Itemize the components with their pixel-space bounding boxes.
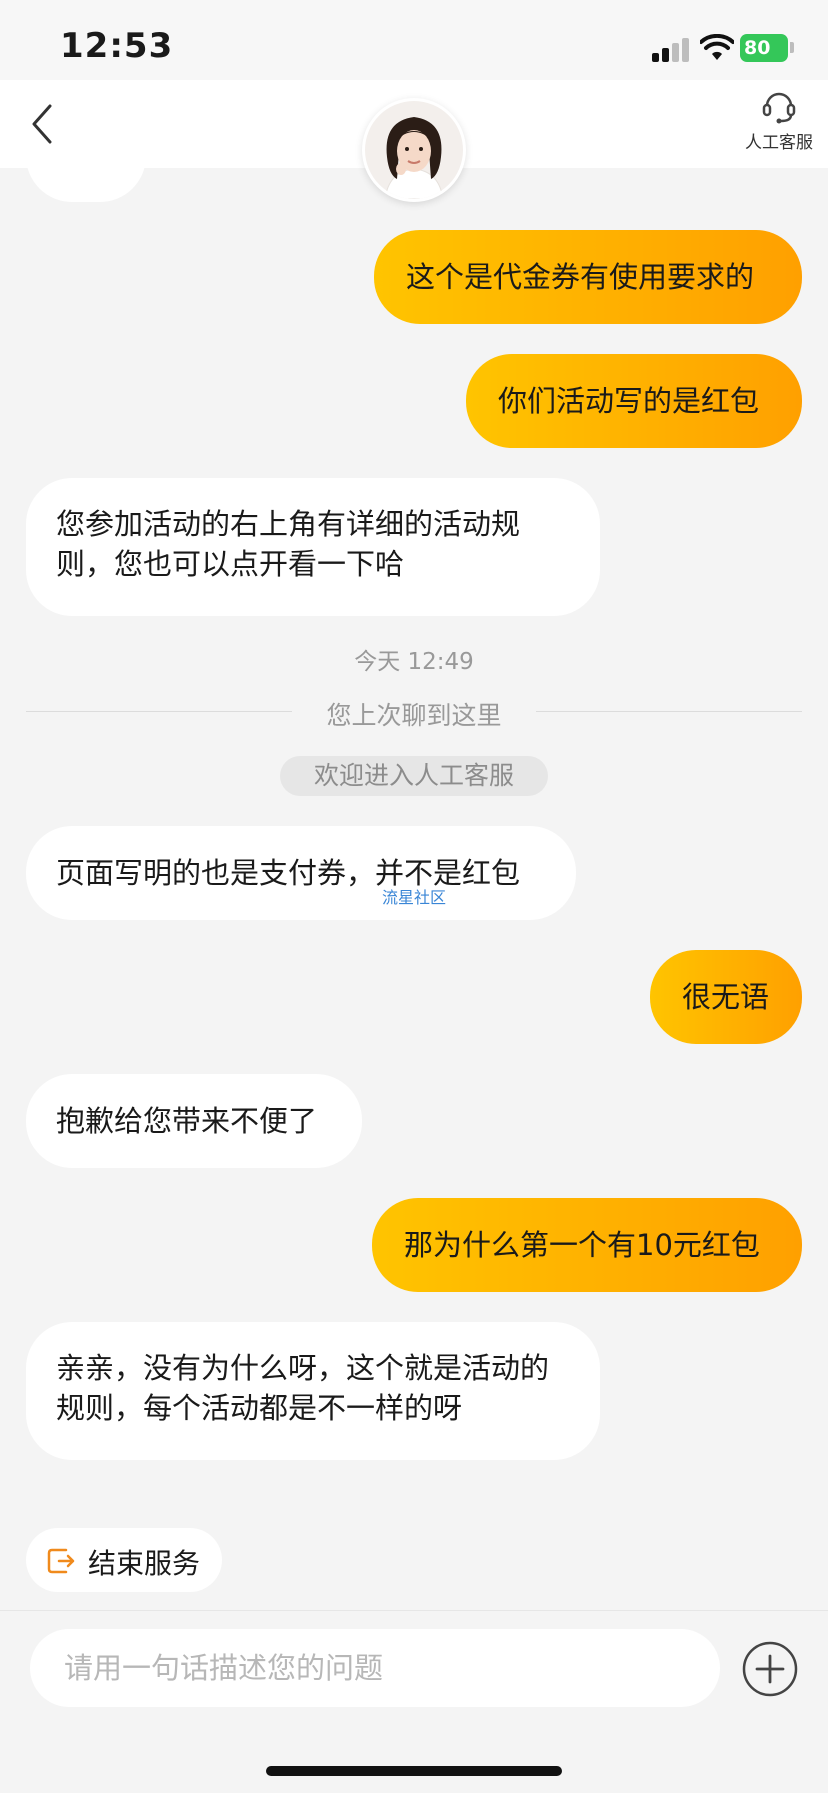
- headset-icon: [762, 92, 796, 124]
- system-notice: 欢迎进入人工客服: [280, 756, 548, 796]
- add-attachment-button[interactable]: [742, 1641, 798, 1697]
- message-bubble-outgoing: 你们活动写的是红包: [466, 354, 802, 448]
- last-read-divider: 您上次聊到这里: [326, 701, 502, 730]
- wifi-icon: [700, 34, 734, 60]
- human-agent-label: 人工客服: [745, 133, 813, 153]
- status-time: 12:53: [60, 26, 174, 66]
- cellular-signal-icon: [652, 38, 692, 62]
- message-text: 您参加活动的右上角有详细的活动规则，您也可以点开看一下哈: [56, 507, 521, 581]
- chat-timestamp: 今天 12:49: [354, 649, 474, 675]
- message-input[interactable]: [30, 1629, 720, 1707]
- back-button[interactable]: [22, 98, 66, 150]
- end-service-label: 结束服务: [88, 1547, 201, 1580]
- message-bubble-partial: [26, 150, 146, 202]
- message-text: 这个是代金券有使用要求的: [406, 260, 755, 294]
- message-bubble-outgoing: 很无语: [650, 950, 802, 1044]
- end-service-button[interactable]: 结束服务: [26, 1528, 222, 1592]
- message-bubble-outgoing: 这个是代金券有使用要求的: [374, 230, 802, 324]
- message-text: 页面写明的也是支付券，并不是红包: [56, 856, 521, 890]
- message-bubble-incoming: 页面写明的也是支付券，并不是红包: [26, 826, 576, 920]
- message-bubble-incoming: 亲亲，没有为什么呀，这个就是活动的规则，每个活动都是不一样的呀: [26, 1322, 600, 1460]
- message-bubble-incoming: 抱歉给您带来不便了: [26, 1074, 362, 1168]
- human-agent-button[interactable]: 人工客服: [736, 86, 822, 166]
- message-bubble-incoming: 您参加活动的右上角有详细的活动规则，您也可以点开看一下哈: [26, 478, 600, 616]
- message-bubble-outgoing: 那为什么第一个有10元红包: [372, 1198, 802, 1292]
- battery-icon: 80: [740, 34, 788, 62]
- message-text: 你们活动写的是红包: [498, 384, 760, 418]
- agent-avatar: [362, 98, 466, 202]
- exit-icon: [47, 1548, 75, 1574]
- message-text: 很无语: [682, 980, 770, 1014]
- battery-cap: [790, 42, 794, 53]
- status-bar: 12:53 80: [0, 0, 828, 80]
- home-indicator: [266, 1766, 562, 1776]
- battery-level: 80: [744, 37, 771, 59]
- watermark: 流星社区: [382, 888, 447, 907]
- message-text: 那为什么第一个有10元红包: [404, 1228, 760, 1262]
- message-text: 亲亲，没有为什么呀，这个就是活动的规则，每个活动都是不一样的呀: [56, 1351, 550, 1425]
- message-text: 抱歉给您带来不便了: [56, 1104, 318, 1138]
